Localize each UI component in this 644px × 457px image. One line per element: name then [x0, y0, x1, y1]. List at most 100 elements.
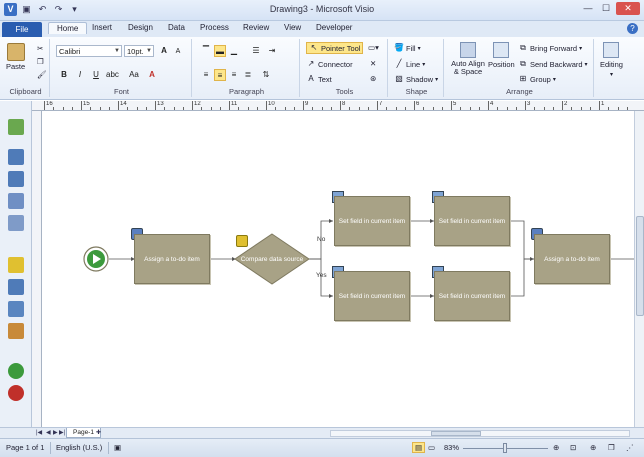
ruler-number: 14: [120, 101, 127, 107]
format-painter-icon[interactable]: 🖌: [37, 70, 47, 79]
stencil-list-icon[interactable]: [8, 215, 24, 231]
align-middle-icon[interactable]: ▬: [214, 45, 226, 57]
zoom-in-icon[interactable]: ⊕: [553, 443, 559, 452]
horizontal-scrollbar[interactable]: [330, 430, 630, 437]
tab-home[interactable]: Home: [48, 22, 88, 34]
fit-page-icon[interactable]: ⊡: [570, 443, 576, 452]
align-left-icon[interactable]: ≡: [200, 69, 212, 81]
zoom-slider-thumb[interactable]: [503, 443, 507, 453]
prev-page-icon[interactable]: ◀: [46, 429, 51, 436]
indent-icon[interactable]: ⇥: [266, 45, 278, 57]
align-top-icon[interactable]: ▔: [200, 45, 212, 57]
underline-icon[interactable]: U: [90, 69, 102, 81]
language-indicator[interactable]: English (U.S.): [56, 443, 102, 452]
group-button[interactable]: ⊞ Group ▾: [518, 74, 556, 84]
stencil-condition-icon[interactable]: [8, 171, 24, 187]
fill-icon: 🪣: [394, 43, 404, 52]
tab-review[interactable]: Review: [243, 23, 269, 32]
resize-grip-icon[interactable]: ⋰: [626, 443, 634, 452]
presentation-icon[interactable]: ▭: [428, 443, 435, 452]
pan-zoom-icon[interactable]: ⊕: [590, 443, 596, 452]
stencil-action-icon[interactable]: [8, 149, 24, 165]
close-icon[interactable]: ✕: [616, 2, 640, 15]
group-icon: ⊞: [519, 74, 527, 83]
line-button[interactable]: ╱ Line ▾: [394, 59, 426, 69]
paste-button[interactable]: Paste: [6, 43, 25, 71]
font-color-icon[interactable]: A: [146, 69, 158, 81]
vertical-scroll-thumb[interactable]: [636, 216, 644, 316]
position-button[interactable]: Position: [488, 42, 515, 69]
stencil-start-icon[interactable]: [8, 363, 24, 379]
ruler-number: 15: [83, 101, 90, 107]
auto-align-button[interactable]: Auto Align & Space: [448, 42, 488, 76]
close-tool-icon[interactable]: ✕: [370, 59, 376, 68]
set-field-shape-3[interactable]: Set field in current item: [334, 271, 410, 321]
justify-icon[interactable]: ≣: [242, 69, 254, 81]
fill-button[interactable]: 🪣 Fill ▾: [394, 43, 421, 53]
stencil-expand-icon[interactable]: [8, 119, 24, 135]
small-caps-icon[interactable]: abc: [106, 69, 119, 81]
stencil-user-icon[interactable]: [8, 323, 24, 339]
tab-insert[interactable]: Insert: [92, 23, 112, 32]
send-backward-button[interactable]: ⧉ Send Backward ▾: [518, 59, 587, 69]
set-field-shape-4[interactable]: Set field in current item: [434, 271, 510, 321]
zoom-level[interactable]: 83%: [444, 443, 459, 452]
stencil-compare-icon[interactable]: [8, 257, 24, 273]
bring-forward-button[interactable]: ⧉ Bring Forward ▾: [518, 43, 582, 53]
shrink-font-icon[interactable]: A: [172, 46, 184, 58]
grow-font-icon[interactable]: A: [158, 45, 170, 57]
shadow-button[interactable]: ▧ Shadow ▾: [394, 74, 438, 84]
font-size-select[interactable]: 10pt. ▼: [124, 45, 154, 57]
horizontal-scroll-thumb[interactable]: [431, 431, 481, 436]
set-field-shape-1[interactable]: Set field in current item: [334, 196, 410, 246]
assign-todo-shape-2[interactable]: Assign a to-do item: [534, 234, 610, 284]
assign-todo-shape[interactable]: Assign a to-do item: [134, 234, 210, 284]
macro-record-icon[interactable]: ▣: [114, 443, 121, 452]
font-family-select[interactable]: Calibri ▼: [56, 45, 122, 57]
connector[interactable]: [511, 220, 534, 260]
cut-icon[interactable]: ✂: [37, 44, 43, 53]
stencil-terminate-icon[interactable]: [8, 385, 24, 401]
insert-page-icon[interactable]: ✚: [96, 429, 101, 436]
text-direction-icon[interactable]: ⇅: [260, 69, 272, 81]
connection-point-icon[interactable]: ⊛: [370, 74, 376, 83]
ruler-number: 8: [342, 101, 346, 107]
align-right-icon[interactable]: ≡: [228, 69, 240, 81]
pointer-tool-button[interactable]: ↖ Pointer Tool: [306, 42, 364, 54]
first-page-icon[interactable]: |◀: [36, 429, 42, 436]
switch-windows-icon[interactable]: ❐: [608, 443, 615, 452]
tab-developer[interactable]: Developer: [316, 23, 352, 32]
vertical-scrollbar[interactable]: [634, 111, 644, 427]
set-field-shape-2[interactable]: Set field in current item: [434, 196, 510, 246]
stencil-email-icon[interactable]: [8, 279, 24, 295]
tab-data[interactable]: Data: [168, 23, 185, 32]
full-screen-icon[interactable]: ▤: [412, 442, 426, 453]
bold-icon[interactable]: B: [58, 69, 70, 81]
tab-file[interactable]: File: [2, 22, 42, 37]
maximize-icon[interactable]: ☐: [598, 2, 614, 15]
tab-process[interactable]: Process: [200, 23, 229, 32]
editing-button[interactable]: Editing ▾: [600, 42, 623, 78]
tab-design[interactable]: Design: [128, 23, 153, 32]
align-bottom-icon[interactable]: ▁: [228, 45, 240, 57]
help-icon[interactable]: ?: [627, 23, 638, 34]
paragraph-group: ▔ ▬ ▁ ☰ ⇥ ≡ ≡ ≡ ≣ ⇅ Paragraph: [194, 39, 300, 97]
copy-icon[interactable]: ❐: [37, 57, 44, 66]
bullets-icon[interactable]: ☰: [250, 45, 262, 57]
page-indicator[interactable]: Page 1 of 1: [6, 443, 44, 452]
font-case-icon[interactable]: Aa: [128, 69, 140, 81]
italic-icon[interactable]: I: [74, 69, 86, 81]
drawing-canvas[interactable]: Assign a to-do item Compare data source …: [43, 111, 634, 427]
last-page-icon[interactable]: ▶|: [59, 429, 65, 436]
rectangle-tool-icon[interactable]: ▭▾: [368, 43, 379, 52]
connector[interactable]: [511, 258, 534, 297]
start-shape[interactable]: [83, 246, 109, 272]
connector-button[interactable]: ↗ Connector: [306, 59, 353, 69]
stencil-field-icon[interactable]: [8, 301, 24, 317]
align-center-icon[interactable]: ≡: [214, 69, 226, 81]
text-button[interactable]: A Text: [306, 74, 331, 84]
minimize-icon[interactable]: —: [580, 2, 596, 15]
stencil-task-icon[interactable]: [8, 193, 24, 209]
next-page-icon[interactable]: ▶: [53, 429, 58, 436]
tab-view[interactable]: View: [284, 23, 301, 32]
